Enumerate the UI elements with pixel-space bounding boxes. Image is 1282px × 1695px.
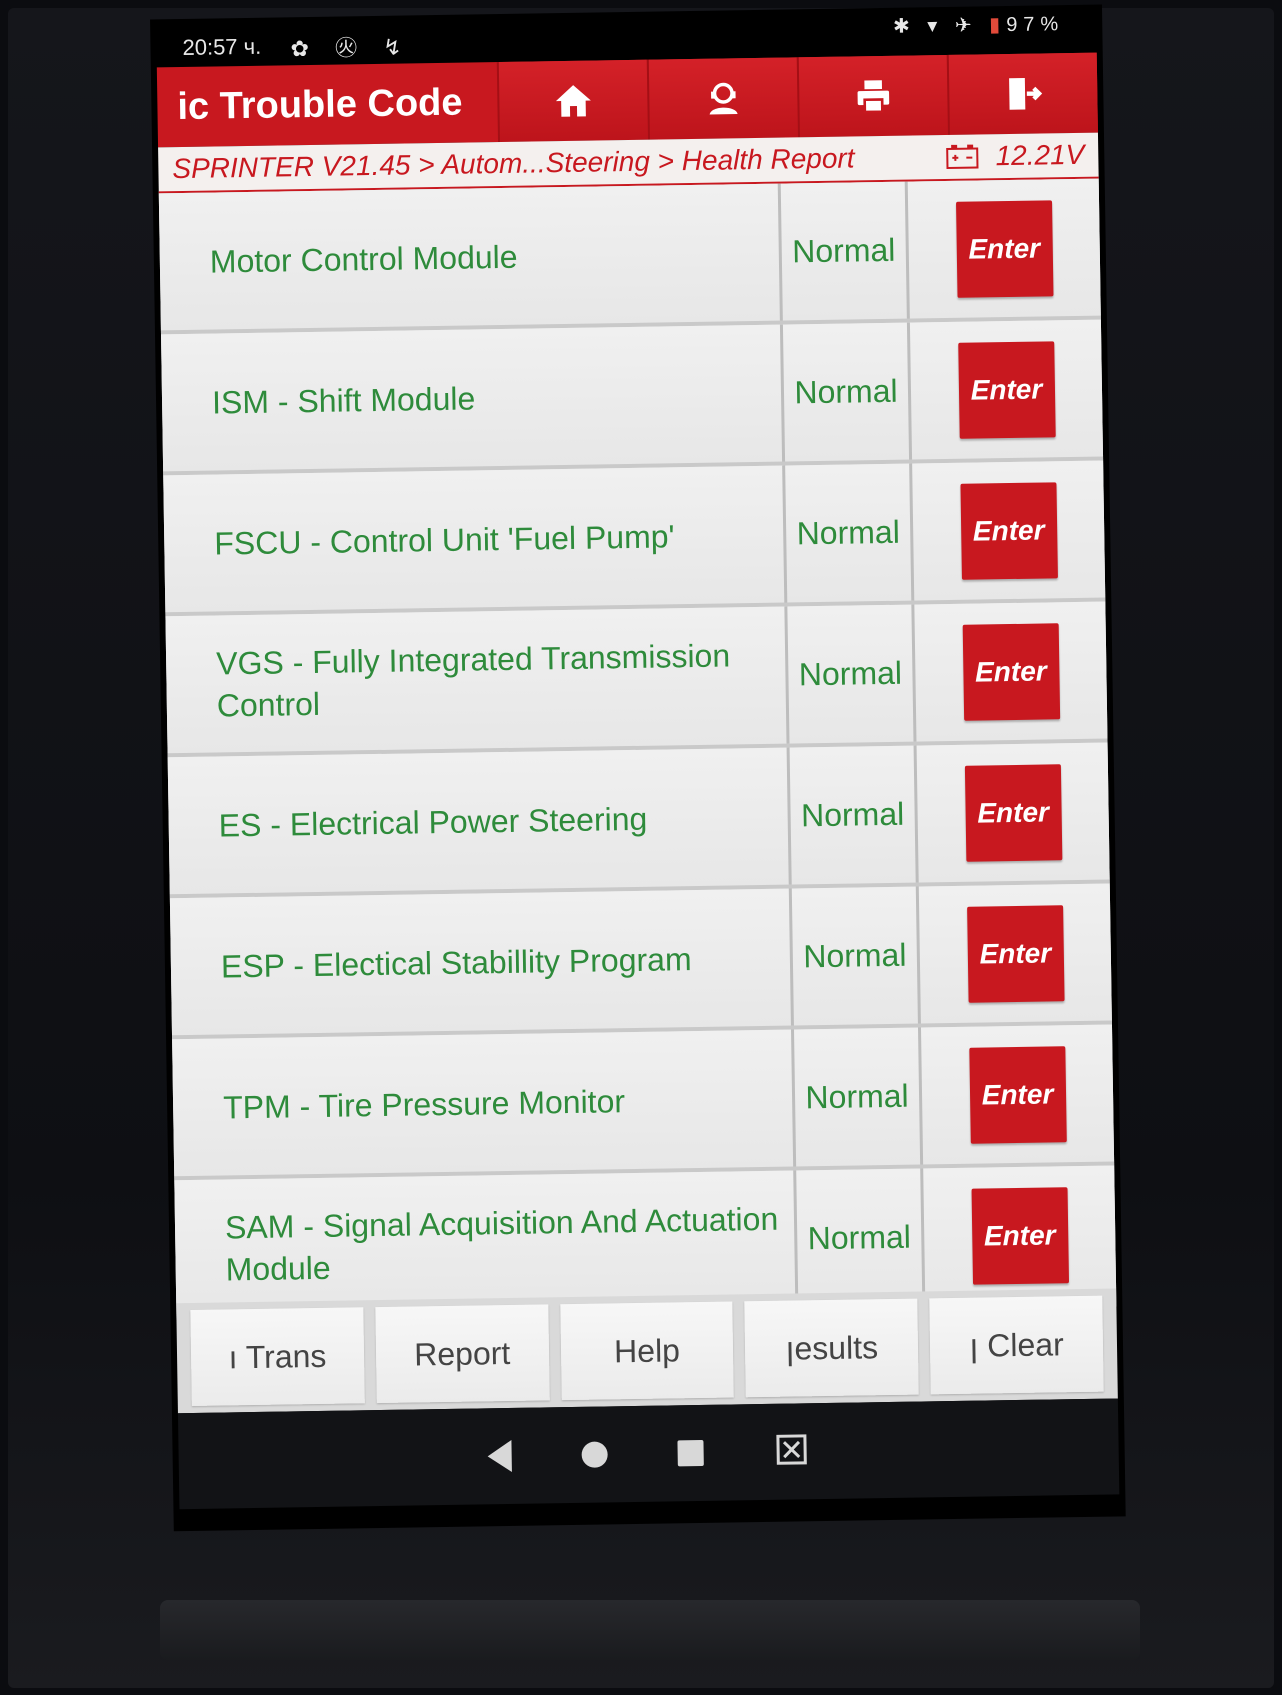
- battery-icon: ▮: [989, 14, 1007, 37]
- results-button[interactable]: ꞁesults: [744, 1298, 919, 1398]
- module-name: Motor Control Module: [158, 183, 783, 331]
- enter-button[interactable]: Enter: [959, 481, 1058, 580]
- status-time: 20:57 ч.: [182, 33, 262, 60]
- support-icon: [709, 82, 738, 115]
- page-title: ic Trouble Code: [177, 81, 463, 128]
- report-button[interactable]: Report: [375, 1304, 550, 1404]
- help-button[interactable]: Help: [559, 1301, 735, 1401]
- home-circle-icon[interactable]: [581, 1441, 608, 1468]
- module-status: Normal: [789, 745, 919, 885]
- list-item: VGS - Fully Integrated Transmission Cont…: [165, 601, 1108, 758]
- recent-apps-icon[interactable]: [677, 1439, 704, 1467]
- module-name: VGS - Fully Integrated Transmission Cont…: [165, 606, 790, 754]
- screenshot-icon[interactable]: [773, 1431, 810, 1473]
- module-status: Normal: [794, 1027, 924, 1167]
- list-item: TPM - Tire Pressure Monitor Normal Enter: [172, 1024, 1115, 1181]
- enter-button[interactable]: Enter: [955, 199, 1054, 298]
- module-name: ES - Electrical Power Steering: [167, 747, 792, 895]
- android-nav-bar: [177, 1398, 1120, 1510]
- car-battery-icon: [946, 144, 979, 169]
- breadcrumb-path: SPRINTER V21.45 > Autom...Steering > Hea…: [172, 142, 855, 185]
- enter-button[interactable]: Enter: [962, 622, 1060, 721]
- list-item: FSCU - Control Unit 'Fuel Pump' Normal E…: [163, 460, 1106, 617]
- module-status: Normal: [791, 886, 921, 1026]
- tablet-screen: 20:57 ч. ✿ ㊋ ↯ ✱ ▾ ✈ ▮97% ic Trouble Cod…: [150, 4, 1126, 1532]
- enter-button[interactable]: Enter: [971, 1186, 1069, 1285]
- module-status: Normal: [785, 463, 915, 603]
- module-name: FSCU - Control Unit 'Fuel Pump': [163, 465, 788, 613]
- module-status: Normal: [782, 322, 913, 462]
- enter-button[interactable]: Enter: [966, 904, 1065, 1003]
- enter-button[interactable]: Enter: [968, 1045, 1067, 1144]
- home-icon: [555, 85, 591, 117]
- connectivity-icons: ✱ ▾ ✈: [892, 14, 978, 38]
- module-status: Normal: [796, 1168, 926, 1308]
- print-icon: [857, 80, 890, 114]
- module-name: ESP - Electical Stabillity Program: [169, 888, 794, 1036]
- module-list: Motor Control Module Normal Enter ISM - …: [158, 178, 1117, 1322]
- battery-level: 97%: [1006, 13, 1065, 37]
- home-button[interactable]: [496, 59, 649, 143]
- module-status: Normal: [780, 181, 910, 321]
- enter-button[interactable]: Enter: [957, 340, 1056, 439]
- exit-button[interactable]: [946, 52, 1098, 135]
- battery-voltage: 12.21V: [995, 138, 1085, 172]
- back-icon[interactable]: [487, 1439, 512, 1473]
- list-item: Motor Control Module Normal Enter: [158, 178, 1101, 335]
- system-icons: ✱ ▾ ✈ ▮97%: [893, 11, 1065, 39]
- list-item: ES - Electrical Power Steering Normal En…: [167, 742, 1110, 899]
- app-header: ic Trouble Code: [156, 52, 1098, 148]
- module-name: ISM - Shift Module: [161, 324, 786, 472]
- list-item: ESP - Electical Stabillity Program Norma…: [169, 883, 1112, 1040]
- device-bottom-edge: [160, 1600, 1140, 1660]
- module-status: Normal: [787, 604, 917, 744]
- notification-icons: ✿ ㊋ ↯: [290, 34, 412, 62]
- exit-icon: [1009, 77, 1043, 110]
- list-item: ISM - Shift Module Normal Enter: [161, 319, 1104, 476]
- module-name: TPM - Tire Pressure Monitor: [172, 1029, 797, 1177]
- bottom-toolbar: ı Trans Report Help ꞁesults ꞁ Clear: [176, 1288, 1118, 1414]
- enter-button[interactable]: Enter: [964, 763, 1062, 862]
- clear-button[interactable]: ꞁ Clear: [929, 1295, 1104, 1395]
- trans-button[interactable]: ı Trans: [190, 1307, 365, 1406]
- print-button[interactable]: [796, 54, 948, 138]
- support-button[interactable]: [646, 57, 798, 140]
